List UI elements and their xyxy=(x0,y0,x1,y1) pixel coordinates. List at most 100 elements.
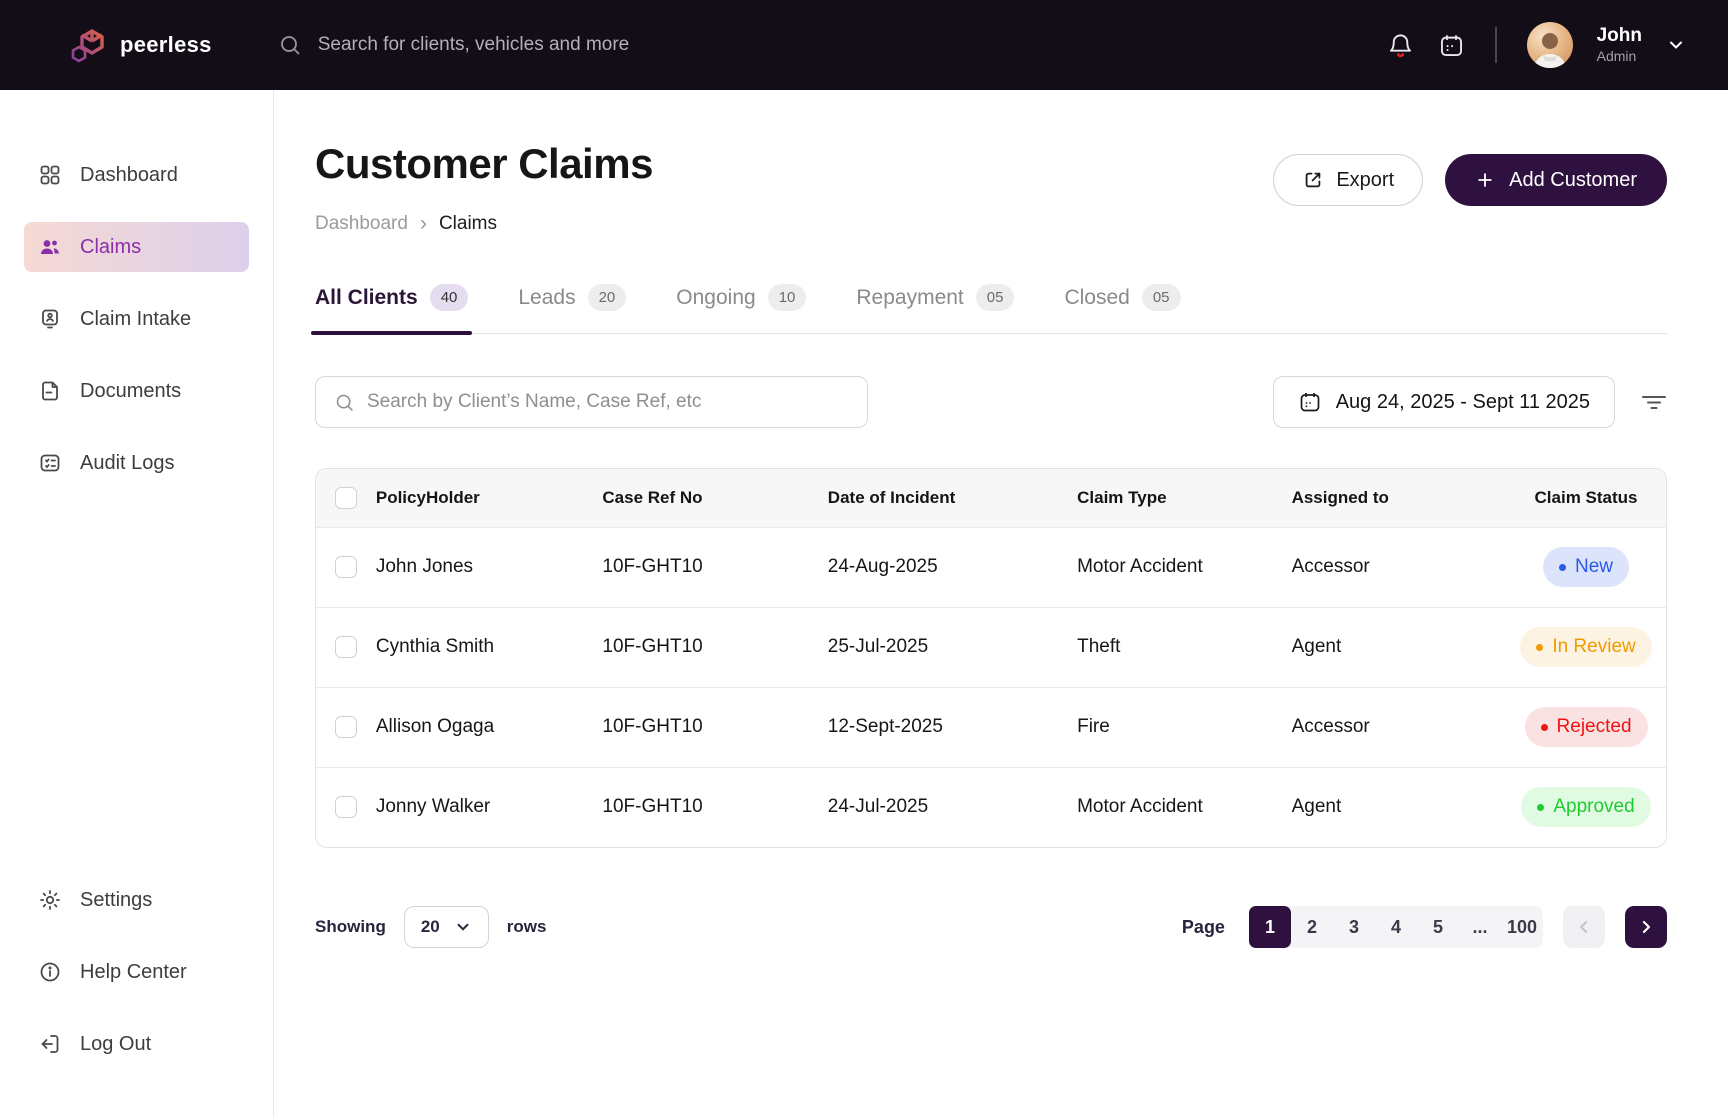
row-checkbox[interactable] xyxy=(334,796,357,819)
column-policyholder: PolicyHolder xyxy=(375,487,480,507)
cell-assigned-to: Agent xyxy=(1291,796,1342,818)
page-button-2[interactable]: 2 xyxy=(1291,906,1333,948)
rows-label: rows xyxy=(506,917,547,936)
export-button[interactable]: Export xyxy=(1273,154,1424,206)
logout-icon xyxy=(38,1032,62,1056)
calendar-icon xyxy=(1298,390,1322,414)
status-dot-icon xyxy=(1540,723,1548,731)
tab-count-badge: 05 xyxy=(1141,284,1181,311)
sidebar-item-log-out[interactable]: Log Out xyxy=(24,1019,249,1069)
plus-icon xyxy=(1475,170,1495,190)
cell-date: 12-Sept-2025 xyxy=(827,716,943,737)
chevron-down-icon xyxy=(454,918,472,936)
claims-table: PolicyHolder Case Ref No Date of Inciden… xyxy=(315,468,1667,848)
rows-per-page-select[interactable]: 20 xyxy=(403,906,489,948)
page-button-5[interactable]: 5 xyxy=(1417,906,1459,948)
tab-closed[interactable]: Closed 05 xyxy=(1064,284,1181,333)
table-row[interactable]: Cynthia Smith 10F-GHT10 25-Jul-2025 Thef… xyxy=(316,607,1666,687)
export-icon xyxy=(1302,169,1324,191)
table-row[interactable]: John Jones 10F-GHT10 24-Aug-2025 Motor A… xyxy=(316,527,1666,607)
sidebar-item-documents[interactable]: Documents xyxy=(24,366,249,416)
sidebar-item-label: Claim Intake xyxy=(80,307,192,330)
tab-ongoing[interactable]: Ongoing 10 xyxy=(676,284,807,333)
claims-search-input[interactable] xyxy=(367,391,837,413)
cell-claim-type: Motor Accident xyxy=(1077,796,1203,818)
brand-name: peerless xyxy=(120,32,212,57)
tab-all-clients[interactable]: All Clients 40 xyxy=(310,284,473,335)
tab-count-badge: 40 xyxy=(429,284,469,311)
column-case-ref: Case Ref No xyxy=(602,487,703,507)
add-customer-button[interactable]: Add Customer xyxy=(1445,154,1667,206)
sidebar-item-settings[interactable]: Settings xyxy=(24,875,249,925)
page-ellipsis[interactable]: ... xyxy=(1459,906,1501,948)
main-content: Customer Claims Dashboard › Claims Expor… xyxy=(274,90,1728,1117)
cell-case-ref: 10F-GHT10 xyxy=(602,796,703,818)
avatar[interactable] xyxy=(1526,22,1573,68)
cell-claim-type: Fire xyxy=(1077,716,1110,737)
next-page-button[interactable] xyxy=(1625,906,1667,948)
user-meta: John Admin xyxy=(1597,24,1642,65)
bell-icon xyxy=(1387,32,1414,59)
breadcrumb-chevron-icon: › xyxy=(419,212,427,235)
checklist-icon xyxy=(38,451,62,475)
tab-label: Leads xyxy=(518,285,576,309)
tab-label: Repayment xyxy=(856,285,964,309)
rows-per-page-value: 20 xyxy=(420,917,440,936)
tab-label: Closed xyxy=(1064,285,1130,309)
calendar-button[interactable] xyxy=(1438,32,1465,59)
pagination: Page 1 2 3 4 5 ... 100 xyxy=(1182,906,1667,948)
search-icon xyxy=(334,392,355,413)
sidebar-item-dashboard[interactable]: Dashboard xyxy=(24,150,249,200)
cell-assigned-to: Accessor xyxy=(1291,716,1370,737)
sidebar-item-claim-intake[interactable]: Claim Intake xyxy=(24,294,249,344)
tab-leads[interactable]: Leads 20 xyxy=(518,284,627,333)
table-row[interactable]: Jonny Walker 10F-GHT10 24-Jul-2025 Motor… xyxy=(316,767,1666,847)
table-row[interactable]: Allison Ogaga 10F-GHT10 12-Sept-2025 Fir… xyxy=(316,687,1666,767)
page-button-3[interactable]: 3 xyxy=(1333,906,1375,948)
breadcrumb-dashboard[interactable]: Dashboard xyxy=(315,213,408,235)
row-checkbox[interactable] xyxy=(334,715,357,738)
global-search[interactable] xyxy=(278,33,978,57)
add-customer-button-label: Add Customer xyxy=(1509,168,1637,191)
date-range-button[interactable]: Aug 24, 2025 - Sept 11 2025 xyxy=(1272,376,1615,428)
sidebar-item-label: Claims xyxy=(80,235,142,258)
sidebar-item-audit-logs[interactable]: Audit Logs xyxy=(24,438,249,488)
export-button-label: Export xyxy=(1336,168,1395,191)
sidebar-item-label: Settings xyxy=(80,888,153,911)
sidebar-item-claims[interactable]: Claims xyxy=(24,222,249,272)
cell-case-ref: 10F-GHT10 xyxy=(602,636,703,657)
page-button-1[interactable]: 1 xyxy=(1248,906,1291,948)
select-all-checkbox[interactable] xyxy=(334,486,357,509)
chevron-left-icon xyxy=(1574,917,1594,937)
status-badge: New xyxy=(1543,547,1630,587)
sidebar-item-label: Audit Logs xyxy=(80,451,175,474)
sidebar-item-label: Help Center xyxy=(80,960,187,983)
tab-label: All Clients xyxy=(315,285,418,309)
status-dot-icon xyxy=(1537,803,1545,811)
filter-button[interactable] xyxy=(1641,391,1667,413)
page-button-100[interactable]: 100 xyxy=(1501,906,1543,948)
claims-search[interactable] xyxy=(315,376,868,428)
users-icon xyxy=(38,235,62,259)
search-icon xyxy=(278,33,302,57)
cell-case-ref: 10F-GHT10 xyxy=(602,556,703,577)
tab-repayment[interactable]: Repayment 05 xyxy=(856,284,1015,333)
previous-page-button[interactable] xyxy=(1563,906,1605,948)
tab-count-badge: 20 xyxy=(587,284,627,311)
global-search-input[interactable] xyxy=(317,34,918,56)
cell-policyholder: John Jones xyxy=(375,556,474,577)
document-icon xyxy=(38,379,62,403)
date-range-label: Aug 24, 2025 - Sept 11 2025 xyxy=(1335,390,1590,413)
sidebar-item-help-center[interactable]: Help Center xyxy=(24,947,249,997)
notifications-button[interactable] xyxy=(1387,32,1414,59)
grid-icon xyxy=(38,163,62,187)
row-checkbox[interactable] xyxy=(334,635,357,658)
user-menu-button[interactable] xyxy=(1666,35,1686,55)
tab-count-badge: 05 xyxy=(975,284,1015,311)
topbar-divider xyxy=(1494,27,1497,63)
brand-logo[interactable]: peerless xyxy=(66,19,212,71)
page-button-4[interactable]: 4 xyxy=(1375,906,1417,948)
row-checkbox[interactable] xyxy=(334,555,357,578)
status-badge: Approved xyxy=(1521,787,1651,828)
table-header-row: PolicyHolder Case Ref No Date of Inciden… xyxy=(316,469,1666,527)
